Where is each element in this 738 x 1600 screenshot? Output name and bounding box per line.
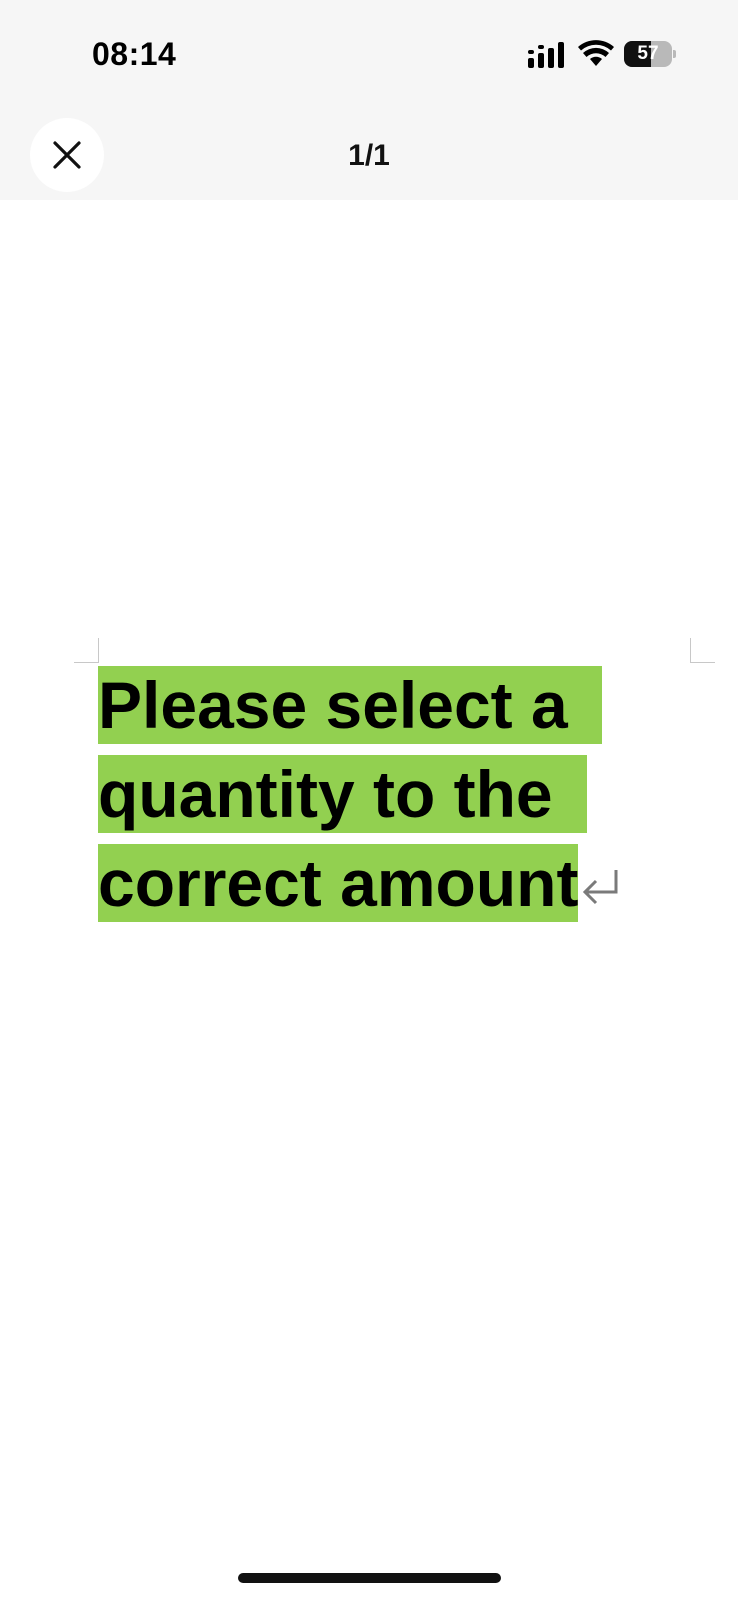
page-corner-mark-left [74, 638, 99, 663]
battery-icon: 57 [624, 41, 676, 67]
page-indicator: 1/1 [348, 139, 390, 172]
document-paragraph: Please select a quantity to the correct … [98, 666, 658, 933]
wifi-icon [578, 40, 614, 66]
home-indicator[interactable] [238, 1573, 501, 1583]
battery-level: 57 [637, 43, 659, 64]
document-line: quantity to the [98, 755, 658, 835]
status-time: 08:14 [92, 36, 177, 72]
highlighted-text: Please select a [98, 666, 602, 744]
highlighted-text: quantity to the [98, 755, 587, 833]
top-bar: 08:14 57 1/1 [0, 0, 738, 200]
document-line: Please select a [98, 666, 658, 746]
signal-icon [528, 42, 564, 68]
highlighted-text: correct amount [98, 844, 579, 922]
document-preview-screen: 08:14 57 1/1 Please select a quantity to… [0, 0, 738, 1600]
paragraph-mark-icon [583, 870, 618, 905]
document-line: correct amount [98, 844, 658, 924]
status-bar: 08:14 57 [0, 0, 738, 100]
page-corner-mark-right [690, 638, 715, 663]
